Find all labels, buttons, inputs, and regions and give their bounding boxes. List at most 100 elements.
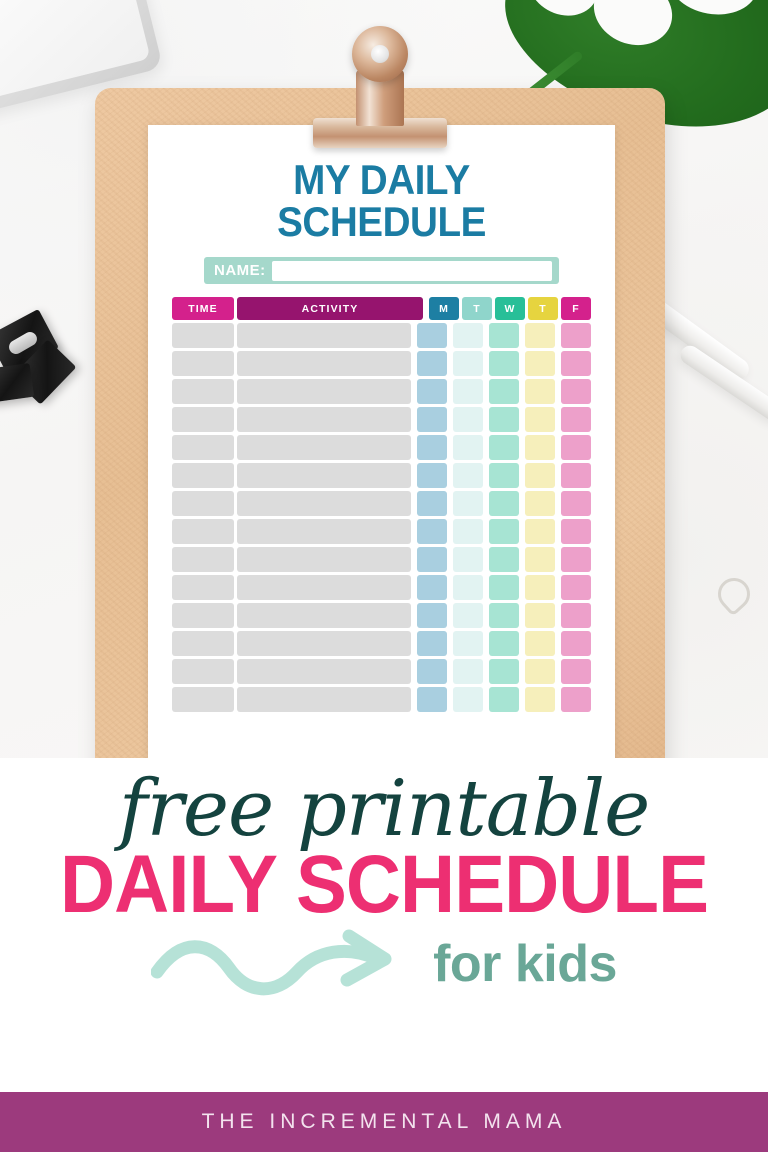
cell-day-t1[interactable] xyxy=(453,491,483,516)
cell-day-w[interactable] xyxy=(489,659,519,684)
cell-day-w[interactable] xyxy=(489,407,519,432)
cell-day-t2[interactable] xyxy=(525,631,555,656)
cell-activity[interactable] xyxy=(237,435,411,460)
cell-time[interactable] xyxy=(172,687,234,712)
cell-time[interactable] xyxy=(172,631,234,656)
cell-day-t2[interactable] xyxy=(525,407,555,432)
table-row[interactable] xyxy=(172,407,591,432)
cell-day-t2[interactable] xyxy=(525,547,555,572)
table-row[interactable] xyxy=(172,491,591,516)
table-row[interactable] xyxy=(172,687,591,712)
cell-activity[interactable] xyxy=(237,323,411,348)
table-row[interactable] xyxy=(172,519,591,544)
cell-day-f[interactable] xyxy=(561,435,591,460)
cell-day-t2[interactable] xyxy=(525,435,555,460)
cell-day-w[interactable] xyxy=(489,323,519,348)
table-row[interactable] xyxy=(172,603,591,628)
cell-activity[interactable] xyxy=(237,351,411,376)
cell-day-f[interactable] xyxy=(561,575,591,600)
cell-time[interactable] xyxy=(172,323,234,348)
cell-day-f[interactable] xyxy=(561,547,591,572)
cell-day-m[interactable] xyxy=(417,631,447,656)
cell-time[interactable] xyxy=(172,547,234,572)
cell-day-t2[interactable] xyxy=(525,603,555,628)
table-row[interactable] xyxy=(172,435,591,460)
cell-day-t2[interactable] xyxy=(525,491,555,516)
cell-day-f[interactable] xyxy=(561,603,591,628)
table-row[interactable] xyxy=(172,659,591,684)
name-input[interactable] xyxy=(271,260,552,281)
cell-activity[interactable] xyxy=(237,519,411,544)
cell-day-w[interactable] xyxy=(489,547,519,572)
cell-activity[interactable] xyxy=(237,491,411,516)
cell-day-f[interactable] xyxy=(561,659,591,684)
cell-day-t2[interactable] xyxy=(525,659,555,684)
cell-day-f[interactable] xyxy=(561,687,591,712)
cell-time[interactable] xyxy=(172,435,234,460)
cell-day-w[interactable] xyxy=(489,575,519,600)
cell-day-t1[interactable] xyxy=(453,323,483,348)
table-row[interactable] xyxy=(172,631,591,656)
cell-day-m[interactable] xyxy=(417,351,447,376)
cell-day-m[interactable] xyxy=(417,435,447,460)
cell-day-w[interactable] xyxy=(489,379,519,404)
cell-day-t1[interactable] xyxy=(453,659,483,684)
cell-day-w[interactable] xyxy=(489,631,519,656)
cell-day-t1[interactable] xyxy=(453,631,483,656)
cell-day-w[interactable] xyxy=(489,463,519,488)
table-row[interactable] xyxy=(172,351,591,376)
cell-day-t1[interactable] xyxy=(453,351,483,376)
cell-day-m[interactable] xyxy=(417,463,447,488)
cell-day-t1[interactable] xyxy=(453,463,483,488)
cell-day-t2[interactable] xyxy=(525,379,555,404)
cell-day-f[interactable] xyxy=(561,519,591,544)
cell-day-f[interactable] xyxy=(561,631,591,656)
cell-day-m[interactable] xyxy=(417,687,447,712)
cell-day-f[interactable] xyxy=(561,379,591,404)
cell-day-t1[interactable] xyxy=(453,603,483,628)
cell-day-m[interactable] xyxy=(417,519,447,544)
cell-day-t2[interactable] xyxy=(525,687,555,712)
cell-activity[interactable] xyxy=(237,687,411,712)
cell-time[interactable] xyxy=(172,575,234,600)
cell-day-m[interactable] xyxy=(417,491,447,516)
cell-activity[interactable] xyxy=(237,547,411,572)
cell-day-f[interactable] xyxy=(561,491,591,516)
cell-day-m[interactable] xyxy=(417,547,447,572)
cell-day-m[interactable] xyxy=(417,323,447,348)
cell-day-f[interactable] xyxy=(561,407,591,432)
cell-day-m[interactable] xyxy=(417,575,447,600)
cell-day-w[interactable] xyxy=(489,687,519,712)
cell-day-t1[interactable] xyxy=(453,407,483,432)
cell-day-m[interactable] xyxy=(417,379,447,404)
table-row[interactable] xyxy=(172,547,591,572)
cell-activity[interactable] xyxy=(237,631,411,656)
table-row[interactable] xyxy=(172,575,591,600)
cell-time[interactable] xyxy=(172,603,234,628)
cell-day-f[interactable] xyxy=(561,323,591,348)
cell-time[interactable] xyxy=(172,351,234,376)
cell-day-w[interactable] xyxy=(489,351,519,376)
cell-day-w[interactable] xyxy=(489,435,519,460)
table-row[interactable] xyxy=(172,463,591,488)
cell-day-t2[interactable] xyxy=(525,519,555,544)
table-row[interactable] xyxy=(172,379,591,404)
cell-day-t1[interactable] xyxy=(453,519,483,544)
cell-day-f[interactable] xyxy=(561,351,591,376)
cell-day-t1[interactable] xyxy=(453,379,483,404)
cell-activity[interactable] xyxy=(237,659,411,684)
cell-activity[interactable] xyxy=(237,575,411,600)
cell-time[interactable] xyxy=(172,491,234,516)
cell-time[interactable] xyxy=(172,407,234,432)
cell-day-t1[interactable] xyxy=(453,575,483,600)
cell-day-w[interactable] xyxy=(489,491,519,516)
cell-activity[interactable] xyxy=(237,379,411,404)
cell-day-t2[interactable] xyxy=(525,463,555,488)
cell-activity[interactable] xyxy=(237,463,411,488)
cell-activity[interactable] xyxy=(237,407,411,432)
cell-day-t2[interactable] xyxy=(525,351,555,376)
cell-day-t2[interactable] xyxy=(525,575,555,600)
cell-day-w[interactable] xyxy=(489,603,519,628)
cell-time[interactable] xyxy=(172,379,234,404)
cell-day-t1[interactable] xyxy=(453,435,483,460)
